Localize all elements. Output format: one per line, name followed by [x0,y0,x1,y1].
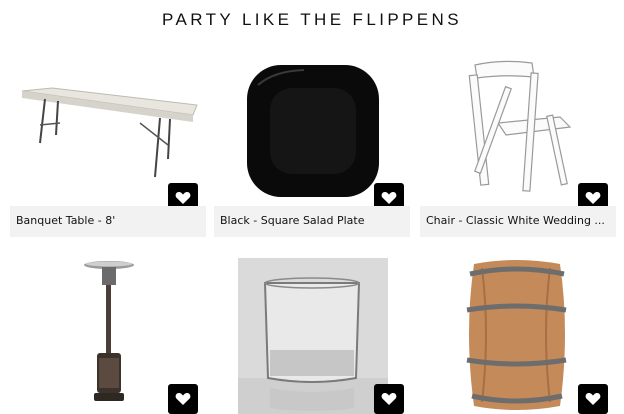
product-caption[interactable]: Chair - Classic White Wedding ... [420,206,616,237]
product-card-banquet-table[interactable]: Banquet Table - 8' [10,55,206,237]
product-caption[interactable]: Black - Square Salad Plate [214,206,410,237]
heart-icon [585,192,601,204]
product-card-wine-barrel[interactable] [420,258,616,414]
product-card-square-plate[interactable]: Black - Square Salad Plate [214,55,410,237]
product-grid-page: PARTY LIKE THE FLIPPENS Banquet Table - … [0,0,624,414]
favorite-button[interactable] [168,384,198,414]
favorite-button[interactable] [374,384,404,414]
product-caption[interactable]: Banquet Table - 8' [10,206,206,237]
heart-icon [381,393,397,405]
product-card-rocks-glass[interactable] [214,258,410,414]
favorite-button[interactable] [578,384,608,414]
heart-icon [175,192,191,204]
heart-icon [381,192,397,204]
product-card-patio-heater[interactable] [10,258,206,414]
product-label[interactable]: Black - Square Salad Plate [220,214,364,227]
product-label[interactable]: Banquet Table - 8' [16,214,115,227]
heart-icon [585,393,601,405]
product-card-white-chair[interactable]: Chair - Classic White Wedding ... [420,55,616,237]
product-label[interactable]: Chair - Classic White Wedding ... [426,214,605,227]
page-title: PARTY LIKE THE FLIPPENS [162,10,462,29]
heart-icon [175,393,191,405]
